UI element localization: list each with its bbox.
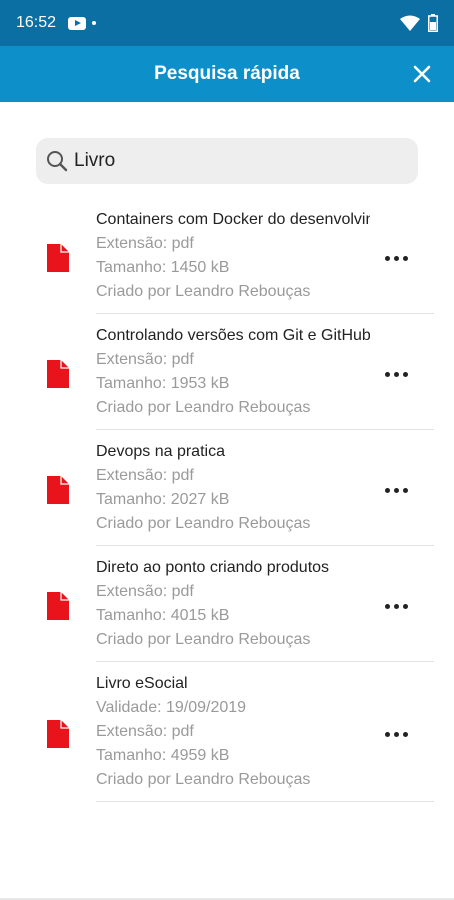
file-detail: Validade: 19/09/2019 [96, 699, 247, 716]
more-options-button[interactable] [378, 364, 414, 384]
youtube-notification-icon [68, 16, 87, 30]
app-bar: Pesquisa rápida [0, 46, 454, 102]
list-item-content: Devops na pratica Extensão: pdf Tamanho: 2… [96, 440, 370, 536]
search-box[interactable] [36, 138, 418, 184]
more-options-button[interactable] [378, 248, 414, 268]
close-icon [413, 65, 431, 83]
more-dot-icon [393, 731, 399, 737]
pdf-file-icon [47, 720, 69, 748]
more-dot-icon [384, 255, 390, 261]
results-list: Containers com Docker do desenvolvimento… [0, 198, 454, 802]
list-item-content: Direto ao ponto criando produtos Extensão… [96, 556, 370, 652]
list-item[interactable]: Livro eSocial Validade: 19/09/2019 Extensã… [0, 662, 454, 802]
more-options-button[interactable] [378, 480, 414, 500]
file-detail: Criado por Leandro Rebouças [96, 399, 311, 416]
pdf-file-icon [47, 244, 69, 272]
file-detail: Criado por Leandro Rebouças [96, 631, 311, 648]
file-detail: Extensão: pdf [96, 583, 194, 600]
more-dot-icon [384, 603, 390, 609]
list-item[interactable]: Devops na pratica Extensão: pdf Tamanho: 2… [0, 430, 454, 546]
wifi-icon [400, 15, 420, 31]
status-right [400, 14, 438, 32]
file-detail: Extensão: pdf [96, 351, 194, 368]
notification-dot-icon [92, 21, 97, 25]
file-title: Containers com Docker do desenvolvimento… [96, 211, 370, 228]
battery-icon [428, 14, 438, 32]
more-options-button[interactable] [378, 724, 414, 744]
more-dot-icon [384, 731, 390, 737]
page-title: Pesquisa rápida [154, 63, 300, 84]
file-detail: Extensão: pdf [96, 467, 194, 484]
status-time: 16:52 [16, 14, 57, 31]
file-title: Direto ao ponto criando produtos [96, 559, 330, 576]
file-detail: Extensão: pdf [96, 235, 194, 252]
list-item-content: Controlando versões com Git e GitHub Exte… [96, 324, 370, 420]
list-item[interactable]: Direto ao ponto criando produtos Extensão… [0, 546, 454, 662]
close-button[interactable] [408, 60, 436, 88]
file-title: Devops na pratica [96, 443, 225, 460]
file-detail: Tamanho: 1450 kB [96, 259, 230, 276]
file-detail: Criado por Leandro Rebouças [96, 283, 311, 300]
list-item-content: Containers com Docker do desenvolvimento… [96, 208, 370, 304]
divider [96, 801, 434, 802]
status-bar: 16:52 [0, 0, 454, 46]
search-icon [47, 151, 68, 172]
more-dot-icon [393, 255, 399, 261]
file-detail: Criado por Leandro Rebouças [96, 515, 311, 532]
more-dot-icon [393, 603, 399, 609]
more-dot-icon [393, 487, 399, 493]
file-detail: Tamanho: 4015 kB [96, 607, 230, 624]
more-dot-icon [393, 371, 399, 377]
more-options-button[interactable] [378, 596, 414, 616]
more-dot-icon [402, 603, 408, 609]
pdf-file-icon [47, 360, 69, 388]
file-title: Livro eSocial [96, 675, 188, 692]
more-dot-icon [402, 255, 408, 261]
more-dot-icon [402, 371, 408, 377]
more-dot-icon [384, 487, 390, 493]
pdf-file-icon [47, 592, 69, 620]
file-detail: Criado por Leandro Rebouças [96, 771, 311, 788]
status-left: 16:52 [16, 14, 97, 32]
list-item[interactable]: Containers com Docker do desenvolvimento… [0, 198, 454, 314]
file-detail: Tamanho: 4959 kB [96, 747, 230, 764]
more-dot-icon [402, 731, 408, 737]
pdf-file-icon [47, 476, 69, 504]
file-detail: Extensão: pdf [96, 723, 194, 740]
file-detail: Tamanho: 2027 kB [96, 491, 230, 508]
file-title: Controlando versões com Git e GitHub [96, 327, 370, 344]
file-detail: Tamanho: 1953 kB [96, 375, 230, 392]
list-item-content: Livro eSocial Validade: 19/09/2019 Extensã… [96, 672, 370, 792]
more-dot-icon [402, 487, 408, 493]
list-item[interactable]: Controlando versões com Git e GitHub Exte… [0, 314, 454, 430]
more-dot-icon [384, 371, 390, 377]
search-input[interactable] [74, 150, 394, 172]
